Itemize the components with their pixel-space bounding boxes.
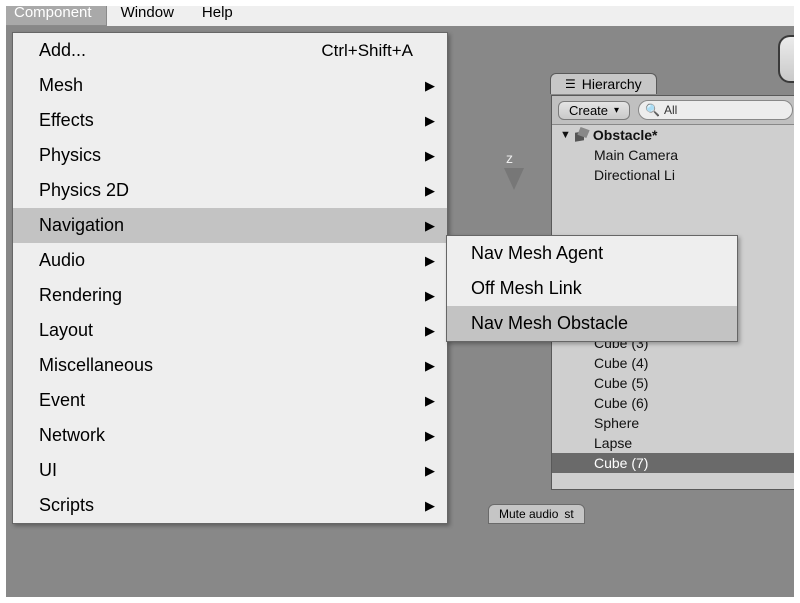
component-menu-event-label: Event bbox=[39, 390, 85, 411]
submenu-arrow-icon: ▶ bbox=[425, 253, 435, 269]
component-menu: Add... Ctrl+Shift+A Mesh ▶ Effects ▶ Phy… bbox=[12, 32, 448, 524]
component-menu-miscellaneous-label: Miscellaneous bbox=[39, 355, 153, 376]
expand-triangle-icon[interactable]: ▼ bbox=[560, 129, 571, 141]
navigation-submenu-offmesh-label: Off Mesh Link bbox=[471, 278, 582, 299]
create-button[interactable]: Create ▾ bbox=[558, 101, 630, 120]
unity-logo-icon bbox=[573, 128, 588, 143]
hierarchy-item-cube-7[interactable]: Cube (7) bbox=[552, 453, 799, 473]
component-menu-audio[interactable]: Audio ▶ bbox=[13, 243, 447, 278]
component-menu-physics[interactable]: Physics ▶ bbox=[13, 138, 447, 173]
component-menu-add-shortcut: Ctrl+Shift+A bbox=[321, 41, 413, 61]
gizmo-z-cone-icon bbox=[504, 168, 524, 190]
component-menu-ui-label: UI bbox=[39, 460, 57, 481]
hierarchy-item-cube-5[interactable]: Cube (5) bbox=[552, 373, 799, 393]
hierarchy-root-label: Obstacle* bbox=[593, 127, 658, 143]
hierarchy-item-lapse[interactable]: Lapse bbox=[552, 433, 799, 453]
component-menu-physics-label: Physics bbox=[39, 145, 101, 166]
create-button-label: Create bbox=[569, 103, 608, 118]
component-menu-rendering[interactable]: Rendering ▶ bbox=[13, 278, 447, 313]
component-menu-scripts[interactable]: Scripts ▶ bbox=[13, 488, 447, 523]
submenu-arrow-icon: ▶ bbox=[425, 358, 435, 374]
component-menu-miscellaneous[interactable]: Miscellaneous ▶ bbox=[13, 348, 447, 383]
component-menu-mesh-label: Mesh bbox=[39, 75, 83, 96]
submenu-arrow-icon: ▶ bbox=[425, 463, 435, 479]
hierarchy-item-cube-6[interactable]: Cube (6) bbox=[552, 393, 799, 413]
mute-audio-suffix: st bbox=[564, 507, 573, 521]
navigation-submenu-agent-label: Nav Mesh Agent bbox=[471, 243, 603, 264]
component-menu-layout[interactable]: Layout ▶ bbox=[13, 313, 447, 348]
component-menu-network[interactable]: Network ▶ bbox=[13, 418, 447, 453]
menu-window[interactable]: Window bbox=[107, 0, 188, 26]
submenu-arrow-icon: ▶ bbox=[425, 148, 435, 164]
hierarchy-item-main-camera[interactable]: Main Camera bbox=[552, 145, 799, 165]
navigation-submenu-agent[interactable]: Nav Mesh Agent bbox=[447, 236, 737, 271]
menu-component[interactable]: Component bbox=[0, 0, 107, 26]
submenu-arrow-icon: ▶ bbox=[425, 183, 435, 199]
chevron-down-icon: ▾ bbox=[614, 105, 619, 116]
component-menu-network-label: Network bbox=[39, 425, 105, 446]
submenu-arrow-icon: ▶ bbox=[425, 113, 435, 129]
navigation-submenu: Nav Mesh Agent Off Mesh Link Nav Mesh Ob… bbox=[446, 235, 738, 342]
navigation-submenu-offmesh[interactable]: Off Mesh Link bbox=[447, 271, 737, 306]
navigation-submenu-obstacle[interactable]: Nav Mesh Obstacle bbox=[447, 306, 737, 341]
hierarchy-search-input[interactable]: 🔍 All bbox=[638, 100, 793, 120]
submenu-arrow-icon: ▶ bbox=[425, 218, 435, 234]
component-menu-navigation-label: Navigation bbox=[39, 215, 124, 236]
component-menu-ui[interactable]: UI ▶ bbox=[13, 453, 447, 488]
mute-audio-toggle[interactable]: Mute audio st bbox=[488, 504, 585, 524]
hierarchy-item-cube-4[interactable]: Cube (4) bbox=[552, 353, 799, 373]
component-menu-audio-label: Audio bbox=[39, 250, 85, 271]
submenu-arrow-icon: ▶ bbox=[425, 498, 435, 514]
hierarchy-tab-label: Hierarchy bbox=[582, 76, 642, 92]
submenu-arrow-icon: ▶ bbox=[425, 78, 435, 94]
component-menu-physics2d[interactable]: Physics 2D ▶ bbox=[13, 173, 447, 208]
search-icon: 🔍 bbox=[645, 103, 660, 117]
hierarchy-toolbar: Create ▾ 🔍 All bbox=[552, 96, 799, 125]
menubar: Component Window Help bbox=[0, 0, 800, 27]
component-menu-navigation[interactable]: Navigation ▶ bbox=[13, 208, 447, 243]
hierarchy-tab-icon: ☰ bbox=[565, 77, 576, 91]
component-menu-physics2d-label: Physics 2D bbox=[39, 180, 129, 201]
component-menu-effects-label: Effects bbox=[39, 110, 94, 131]
hierarchy-search-placeholder: All bbox=[664, 103, 677, 117]
hierarchy-scene-root[interactable]: ▼ Obstacle* bbox=[552, 125, 799, 145]
component-menu-add-label: Add... bbox=[39, 40, 86, 61]
submenu-arrow-icon: ▶ bbox=[425, 428, 435, 444]
hierarchy-item-sphere[interactable]: Sphere bbox=[552, 413, 799, 433]
menu-help[interactable]: Help bbox=[188, 0, 247, 26]
component-menu-effects[interactable]: Effects ▶ bbox=[13, 103, 447, 138]
component-menu-mesh[interactable]: Mesh ▶ bbox=[13, 68, 447, 103]
toolbar-button-truncated[interactable] bbox=[778, 35, 800, 83]
hierarchy-tab[interactable]: ☰ Hierarchy bbox=[550, 70, 747, 96]
gizmo-z-label: z bbox=[506, 150, 513, 166]
navigation-submenu-obstacle-label: Nav Mesh Obstacle bbox=[471, 313, 628, 334]
submenu-arrow-icon: ▶ bbox=[425, 393, 435, 409]
component-menu-event[interactable]: Event ▶ bbox=[13, 383, 447, 418]
submenu-arrow-icon: ▶ bbox=[425, 323, 435, 339]
mute-audio-label: Mute audio bbox=[499, 507, 558, 521]
hierarchy-item-directional-light[interactable]: Directional Li bbox=[552, 165, 799, 185]
component-menu-scripts-label: Scripts bbox=[39, 495, 94, 516]
submenu-arrow-icon: ▶ bbox=[425, 288, 435, 304]
component-menu-layout-label: Layout bbox=[39, 320, 93, 341]
component-menu-add[interactable]: Add... Ctrl+Shift+A bbox=[13, 33, 447, 68]
component-menu-rendering-label: Rendering bbox=[39, 285, 122, 306]
